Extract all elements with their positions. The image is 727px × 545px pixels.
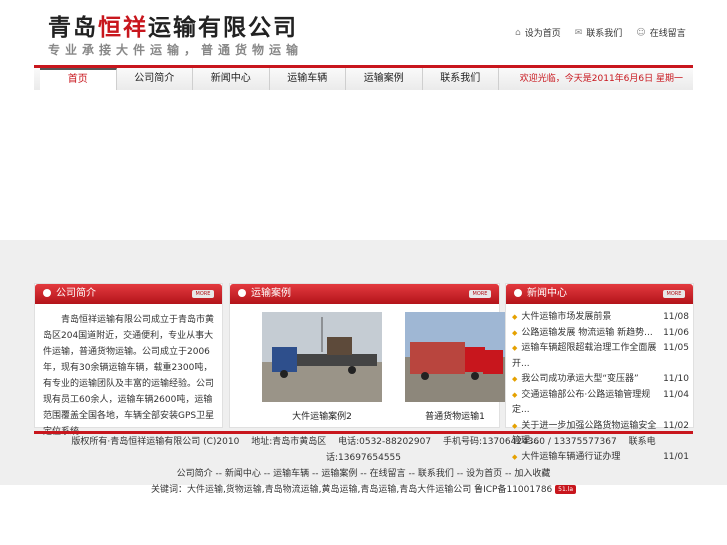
footer-link[interactable]: 公司简介	[177, 469, 213, 479]
news-item[interactable]: ◆ 运输车辆超限超载治理工作全面展开... 11/05	[512, 341, 689, 372]
footer-link[interactable]: 运输案例	[321, 469, 357, 479]
news-item[interactable]: ◆ 公路运输发展 物流运输 新趋势... 11/06	[512, 326, 689, 342]
mail-icon: ✉	[574, 27, 583, 38]
nav-item-cases[interactable]: 运输案例	[346, 68, 423, 92]
news-item-date: 11/08	[663, 312, 689, 322]
footer-keywords: 关键词：大件运输,货物运输,青岛物流运输,黄岛运输,青岛运输,青岛大件运输公司 …	[34, 482, 693, 498]
page: 青岛恒祥运输有限公司 专业承接大件运输，普通货物运输 ⌂ 设为首页 ✉ 联系我们 ☺…	[0, 0, 727, 545]
main-nav: 首页 公司简介 新闻中心 运输车辆 运输案例 联系我们 欢迎光临，今天是2011…	[34, 65, 693, 93]
bullet-icon	[43, 289, 51, 297]
footer-link[interactable]: 联系我们	[418, 469, 454, 479]
truck-photo-image	[233, 312, 250, 402]
news-item[interactable]: ◆ 交通运输部公布·公路运输管理规定... 11/04	[512, 388, 689, 419]
nav-item-vehicles[interactable]: 运输车辆	[270, 68, 346, 92]
about-panel: 公司简介 MORE 青岛恒祥运输有限公司成立于青岛市黄岛区204国道附近，交通便…	[34, 283, 223, 437]
footer-link[interactable]: 设为首页	[466, 469, 502, 479]
set-homepage-label: 设为首页	[524, 29, 561, 39]
bullet-icon	[514, 289, 522, 297]
footer-link[interactable]: 在线留言	[370, 469, 406, 479]
nav-item-news[interactable]: 新闻中心	[193, 68, 270, 92]
footer: 版权所有·青岛恒祥运输有限公司 (C)2010 地址:青岛市黄岛区 电话:053…	[34, 434, 693, 495]
nav-item-about[interactable]: 公司简介	[117, 68, 193, 92]
news-panel-header: 新闻中心 MORE	[506, 284, 693, 304]
case-caption-1: 大件运输案例2	[292, 412, 352, 422]
logo-text-2: 恒祥	[98, 14, 148, 41]
date-ticker: 欢迎光临，今天是2011年6月6日 星期一	[519, 74, 683, 84]
bullet-icon	[238, 289, 246, 297]
news-item-title: 公路运输发展 物流运输 新趋势...	[521, 327, 653, 338]
message-link[interactable]: ☺ 在线留言	[636, 26, 686, 40]
news-item-title: 交通运输部公布·公路运输管理规定...	[512, 389, 651, 416]
about-title: 公司简介	[56, 288, 96, 299]
header: 青岛恒祥运输有限公司 专业承接大件运输，普通货物运输 ⌂ 设为首页 ✉ 联系我们 ☺…	[0, 0, 727, 64]
footer-links: 公司简介 -- 新闻中心 -- 运输车辆 -- 运输案例 -- 在线留言 -- …	[176, 469, 551, 479]
about-more-button[interactable]: MORE	[192, 290, 214, 298]
diamond-icon: ◆	[512, 421, 518, 430]
stats-badge[interactable]: 51.la	[555, 485, 577, 494]
case-photo-1[interactable]: 大件运输案例2	[262, 312, 382, 422]
footer-link[interactable]: 加入收藏	[514, 469, 550, 479]
news-item-title: 我公司成功承运大型“变压器”	[521, 374, 639, 384]
news-panel: 新闻中心 MORE ◆ 大件运输市场发展前景 11/08 ◆ 公路运输发展 物流运输 …	[505, 283, 694, 462]
case-photo-partial[interactable]	[233, 312, 250, 405]
slogan: 专业承接大件运输，普通货物运输	[48, 43, 304, 57]
cases-panel-header: 运输案例 MORE	[230, 284, 499, 304]
footer-keywords-text: 关键词：大件运输,货物运输,青岛物流运输,黄岛运输,青岛运输,青岛大件运输公司 …	[150, 485, 553, 495]
news-item-title: 大件运输市场发展前景	[521, 312, 612, 322]
footer-link[interactable]: 运输车辆	[273, 469, 309, 479]
news-more-button[interactable]: MORE	[663, 290, 685, 298]
home-icon: ⌂	[515, 27, 521, 38]
nav-item-contact[interactable]: 联系我们	[423, 68, 499, 92]
diamond-icon: ◆	[512, 390, 518, 399]
news-item-date: 11/04	[663, 389, 689, 400]
truck-photo-image	[405, 312, 505, 402]
case-photo-2[interactable]: 普通货物运输1	[395, 312, 515, 422]
contact-link[interactable]: ✉ 联系我们	[574, 26, 623, 40]
news-item-date: 11/10	[663, 374, 689, 384]
nav-item-home[interactable]: 首页	[40, 68, 117, 92]
top-links: ⌂ 设为首页 ✉ 联系我们 ☺ 在线留言	[515, 26, 686, 40]
case-photos: 大件运输案例2 普通货物运输1	[230, 304, 505, 424]
about-panel-header: 公司简介 MORE	[35, 284, 222, 304]
cases-title: 运输案例	[251, 288, 291, 299]
cases-more-button[interactable]: MORE	[469, 290, 491, 298]
footer-copyright: 版权所有·青岛恒祥运输有限公司 (C)2010 地址:青岛市黄岛区 电话:053…	[71, 437, 656, 463]
news-title: 新闻中心	[527, 288, 567, 299]
logo-text-3: 运输有限公司	[148, 14, 298, 41]
news-item-date: 11/05	[663, 343, 689, 353]
case-caption-2: 普通货物运输1	[425, 412, 485, 422]
user-icon: ☺	[636, 27, 646, 38]
news-item-date: 11/06	[663, 327, 689, 338]
message-label: 在线留言	[649, 29, 686, 39]
banner-area	[0, 90, 727, 240]
cases-panel: 运输案例 MORE 大件运输案例2 普通货物运输1	[229, 283, 505, 428]
news-item[interactable]: ◆ 大件运输市场发展前景 11/08	[512, 310, 689, 326]
news-item[interactable]: ◆ 我公司成功承运大型“变压器” 11/10	[512, 372, 689, 388]
diamond-icon: ◆	[512, 328, 518, 337]
contact-label: 联系我们	[586, 29, 623, 39]
logo-text-1: 青岛	[48, 14, 98, 41]
diamond-icon: ◆	[512, 313, 518, 321]
set-homepage-link[interactable]: ⌂ 设为首页	[515, 26, 561, 40]
about-text: 青岛恒祥运输有限公司成立于青岛市黄岛区204国道附近，交通便利，专业从事大件运输…	[43, 315, 215, 437]
truck-photo-image	[262, 312, 382, 402]
diamond-icon: ◆	[512, 344, 518, 352]
footer-link[interactable]: 新闻中心	[225, 469, 261, 479]
news-item-title: 运输车辆超限超载治理工作全面展开...	[512, 343, 657, 369]
company-logo[interactable]: 青岛恒祥运输有限公司	[48, 8, 298, 42]
diamond-icon: ◆	[512, 375, 518, 383]
